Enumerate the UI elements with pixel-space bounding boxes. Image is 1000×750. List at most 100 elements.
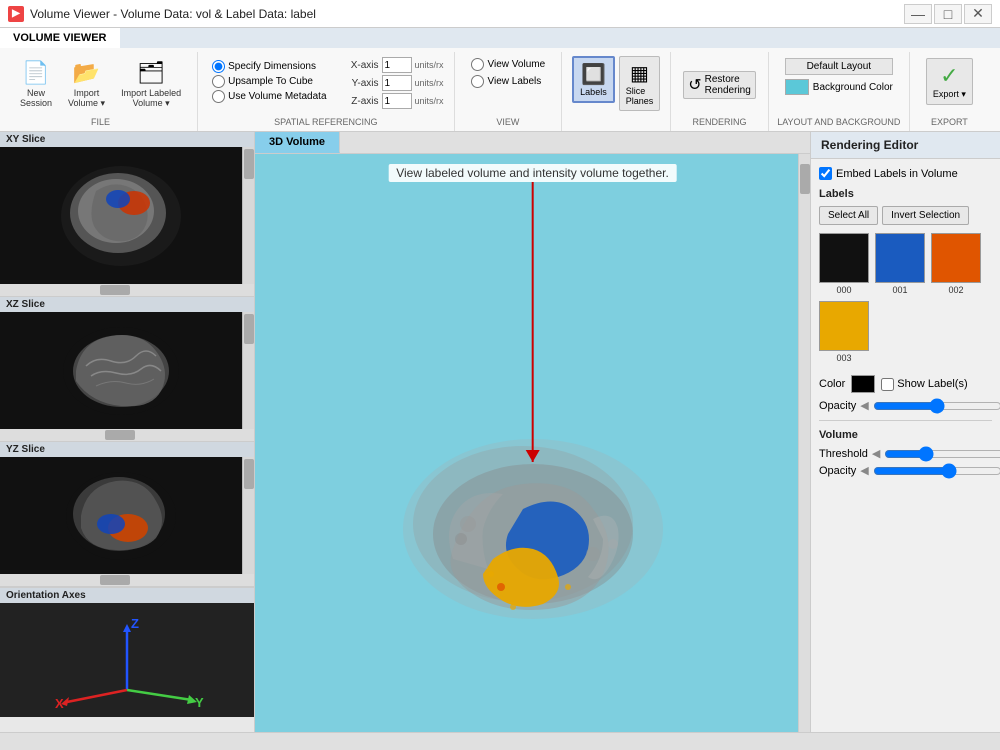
yz-hscroll-thumb[interactable]: [100, 575, 130, 585]
swatch-001[interactable]: 001: [875, 233, 925, 295]
swatch-001-box[interactable]: [875, 233, 925, 283]
specify-dims-radio[interactable]: [212, 60, 225, 73]
orient-content[interactable]: Z Y X: [0, 603, 254, 717]
swatch-000-label: 000: [836, 285, 851, 295]
xy-hscroll-thumb[interactable]: [100, 285, 130, 295]
color-row: Color Show Label(s): [819, 375, 992, 393]
status-bar: [0, 732, 1000, 750]
show-label-checkbox[interactable]: [881, 378, 894, 391]
slice-planes-button[interactable]: ▦ SlicePlanes: [619, 56, 661, 111]
x-axis-label: X-axis: [339, 60, 379, 71]
swatch-003[interactable]: 003: [819, 301, 869, 363]
brain-3d-svg: [393, 429, 673, 629]
yz-slice-panel: YZ Slice: [0, 442, 254, 587]
3d-view-scrollbar[interactable]: [798, 154, 810, 732]
yz-hscroll[interactable]: [0, 574, 254, 586]
minimize-button[interactable]: —: [904, 4, 932, 24]
ribbon-section-rendering: ↺ RestoreRendering RENDERING: [671, 52, 769, 131]
export-label: Export ▾: [933, 89, 966, 100]
main-area: XY Slice: [0, 132, 1000, 732]
new-session-label: NewSession: [20, 88, 52, 108]
ribbon-section-view: View Volume View Labels VIEW: [455, 52, 563, 131]
labels-button[interactable]: 🔲 Labels: [572, 56, 615, 103]
right-panel: Rendering Editor Embed Labels in Volume …: [810, 132, 1000, 732]
xz-slice-canvas[interactable]: [0, 312, 242, 429]
new-session-button[interactable]: 📄 NewSession: [14, 56, 58, 112]
orient-title: Orientation Axes: [6, 590, 86, 601]
view-volume-radio[interactable]: [471, 58, 484, 71]
select-all-button[interactable]: Select All: [819, 206, 878, 225]
xz-hscroll-thumb[interactable]: [105, 430, 135, 440]
embed-labels-checkbox[interactable]: [819, 167, 832, 180]
bg-color-swatch[interactable]: [785, 79, 809, 95]
3d-view[interactable]: View labeled volume and intensity volume…: [255, 154, 810, 732]
embed-labels-label: Embed Labels in Volume: [836, 168, 958, 180]
y-axis-row: Y-axis units/rx: [339, 75, 444, 91]
threshold-arrow: ◀: [872, 447, 880, 460]
threshold-slider[interactable]: [884, 448, 1000, 460]
upsample-cube-radio[interactable]: [212, 75, 225, 88]
yz-slice-canvas[interactable]: [0, 457, 242, 574]
import-labeled-button[interactable]: 🗂 Import LabeledVolume ▾: [115, 56, 187, 113]
bg-color-label: Background Color: [813, 82, 893, 93]
ribbon-section-file: 📄 NewSession 📂 ImportVolume ▾ 🗂 Import L…: [4, 52, 198, 131]
export-button[interactable]: ✓ Export ▾: [926, 58, 973, 105]
volume-opacity-row: Opacity ◀: [819, 464, 992, 477]
z-axis-input[interactable]: [382, 93, 412, 109]
title-text: Volume Viewer - Volume Data: vol & Label…: [30, 7, 904, 21]
labels-section-title: Labels: [819, 188, 992, 200]
use-metadata-radio[interactable]: [212, 90, 225, 103]
ribbon-tab-volume-viewer[interactable]: VOLUME VIEWER: [0, 28, 120, 48]
app-icon: ▶: [8, 6, 24, 22]
bg-color-row: Background Color: [785, 79, 893, 95]
label-swatches: 000 001 002 003: [819, 233, 992, 363]
swatch-002[interactable]: 002: [931, 233, 981, 295]
z-axis-label: Z-axis: [339, 96, 379, 107]
import-labeled-label: Import LabeledVolume ▾: [121, 88, 181, 109]
import-volume-button[interactable]: 📂 ImportVolume ▾: [62, 56, 111, 113]
spatial-section-label: SPATIAL REFERENCING: [274, 115, 377, 129]
view-volume-row: View Volume: [471, 58, 546, 71]
slice-planes-label: SlicePlanes: [626, 86, 654, 106]
specify-dims-label: Specify Dimensions: [228, 61, 316, 72]
ribbon-section-layout: Default Layout Background Color LAYOUT A…: [769, 52, 910, 131]
import-volume-icon: 📂: [73, 60, 100, 86]
xy-slice-canvas[interactable]: [0, 147, 242, 284]
show-label-row: Show Label(s): [881, 378, 967, 391]
xy-brain-svg: [56, 161, 186, 271]
xy-scroll-thumb[interactable]: [244, 149, 254, 179]
y-axis-input[interactable]: [382, 75, 412, 91]
maximize-button[interactable]: □: [934, 4, 962, 24]
swatch-003-box[interactable]: [819, 301, 869, 351]
xy-scrollbar[interactable]: [242, 147, 254, 284]
yz-scrollbar[interactable]: [242, 457, 254, 574]
xz-hscroll[interactable]: [0, 429, 254, 441]
close-button[interactable]: ✕: [964, 4, 992, 24]
swatch-002-label: 002: [948, 285, 963, 295]
3d-view-scroll-thumb[interactable]: [800, 164, 810, 194]
volume-opacity-label: Opacity: [819, 465, 856, 477]
swatch-002-box[interactable]: [931, 233, 981, 283]
tab-3d-volume[interactable]: 3D Volume: [255, 132, 340, 153]
xz-scroll-thumb[interactable]: [244, 314, 254, 344]
yz-scroll-thumb[interactable]: [244, 459, 254, 489]
swatch-000[interactable]: 000: [819, 233, 869, 295]
xy-slice-header: XY Slice: [0, 132, 254, 147]
invert-selection-button[interactable]: Invert Selection: [882, 206, 969, 225]
view-labels-radio[interactable]: [471, 75, 484, 88]
color-swatch[interactable]: [851, 375, 875, 393]
window-controls[interactable]: — □ ✕: [904, 4, 992, 24]
swatch-000-box[interactable]: [819, 233, 869, 283]
opacity-slider[interactable]: [873, 400, 1000, 412]
ribbon: 📄 NewSession 📂 ImportVolume ▾ 🗂 Import L…: [0, 48, 1000, 132]
left-panel: XY Slice: [0, 132, 255, 732]
rendering-editor-body: Embed Labels in Volume Labels Select All…: [811, 159, 1000, 732]
volume-opacity-slider[interactable]: [873, 465, 1000, 477]
import-labeled-icon: 🗂: [137, 60, 165, 86]
xz-scrollbar[interactable]: [242, 312, 254, 429]
restore-rendering-button[interactable]: ↺ RestoreRendering: [683, 71, 756, 99]
opacity-label: Opacity: [819, 400, 856, 412]
x-axis-input[interactable]: [382, 57, 412, 73]
xy-hscroll[interactable]: [0, 284, 254, 296]
default-layout-button[interactable]: Default Layout: [785, 58, 893, 75]
